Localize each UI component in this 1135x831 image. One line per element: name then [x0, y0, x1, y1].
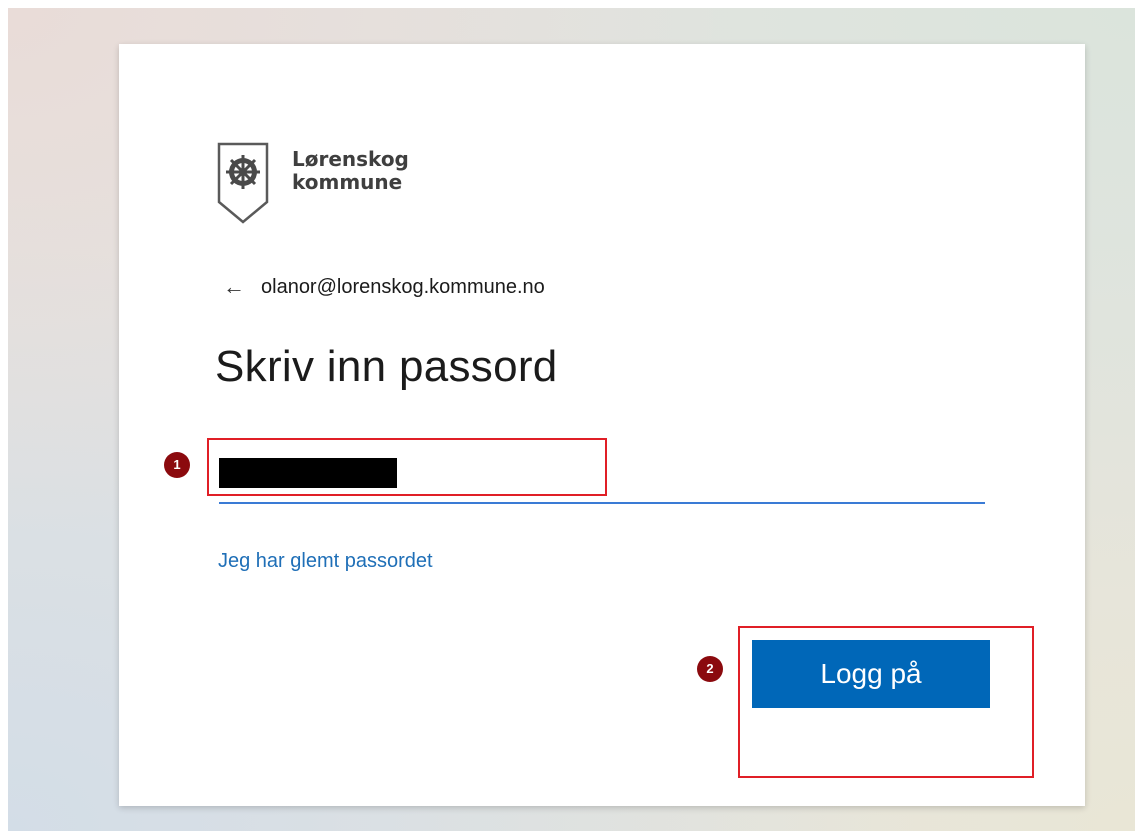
forgot-password-link[interactable]: Jeg har glemt passordet	[218, 550, 433, 573]
brand-name: Lørenskog kommune	[292, 147, 409, 194]
page-title: Skriv inn passord	[215, 342, 558, 391]
identity-banner: ← olanor@lorenskog.kommune.no	[223, 272, 545, 302]
brand-logo: Lørenskog kommune	[217, 142, 437, 224]
arrow-left-icon[interactable]: ←	[223, 276, 245, 298]
municipal-shield-wheel-icon	[217, 142, 269, 224]
signin-card: Lørenskog kommune ← olanor@lorenskog.kom…	[119, 44, 1085, 806]
annotation-marker-1: 1	[164, 452, 190, 478]
identity-email: olanor@lorenskog.kommune.no	[261, 275, 545, 298]
annotation-box-signin	[738, 626, 1034, 778]
annotation-marker-2: 2	[697, 656, 723, 682]
annotation-box-password	[207, 438, 607, 496]
